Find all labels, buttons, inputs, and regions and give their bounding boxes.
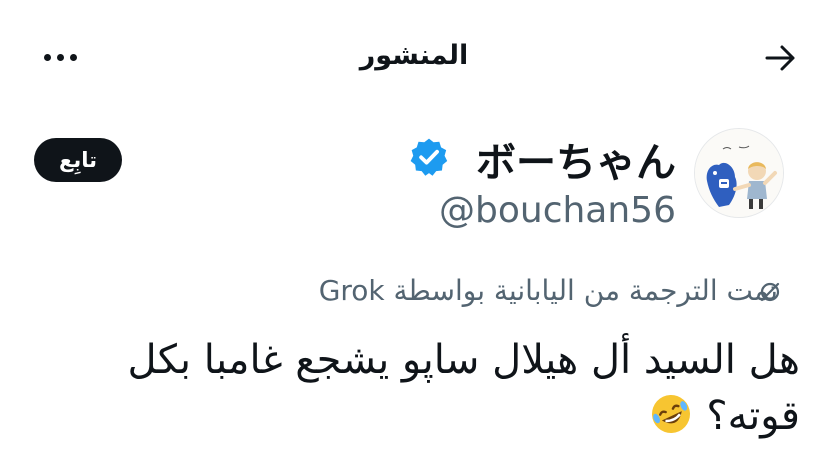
display-name[interactable]: ボーちゃん xyxy=(476,130,676,188)
post-body: هل السيد أل هيلال ساپو يشجع غامبا بكل قو… xyxy=(127,337,800,439)
verified-badge-icon xyxy=(410,138,448,176)
arrow-right-icon[interactable] xyxy=(762,40,798,76)
rolling-on-the-floor-laughing-icon xyxy=(651,395,690,433)
translate-icon xyxy=(760,282,780,302)
translation-note[interactable]: تمت الترجمة من اليابانية بواسطة Grok xyxy=(319,274,778,307)
avatar-illustration-icon xyxy=(695,129,783,217)
post-header: المنشور xyxy=(0,0,828,118)
page-title: المنشور xyxy=(359,40,469,71)
follow-button[interactable]: تابِع xyxy=(34,138,122,182)
post-text: هل السيد أل هيلال ساپو يشجع غامبا بكل قو… xyxy=(40,332,800,444)
avatar[interactable] xyxy=(694,128,784,218)
user-handle[interactable]: @bouchan56 xyxy=(439,190,676,231)
